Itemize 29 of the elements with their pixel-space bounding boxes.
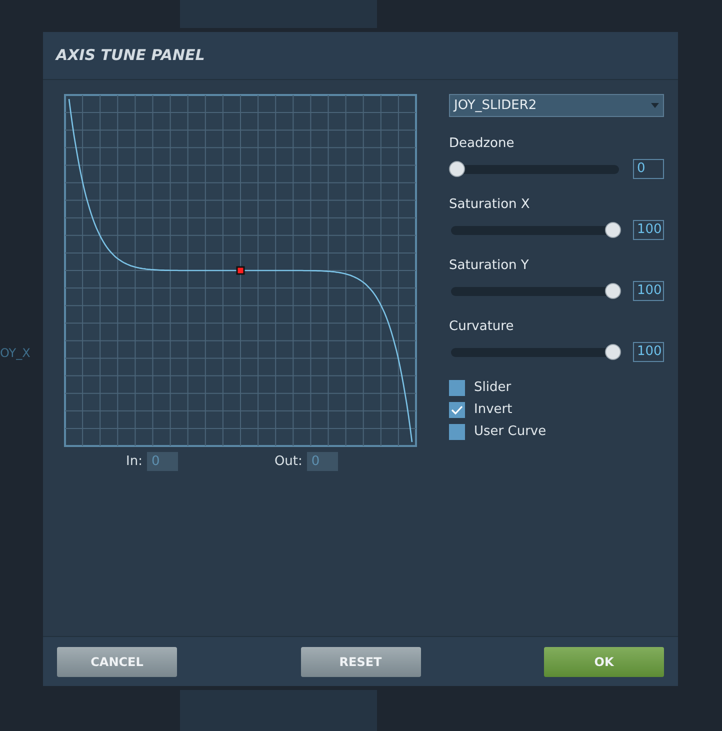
slider-value-field[interactable]: 100 xyxy=(633,342,664,362)
slider-track[interactable] xyxy=(449,283,621,299)
background-label: OY_X xyxy=(0,345,30,362)
slider-value-field[interactable]: 100 xyxy=(633,220,664,240)
checkbox[interactable] xyxy=(449,380,465,396)
checkbox-label: Invert xyxy=(474,401,512,419)
slider-thumb[interactable] xyxy=(449,161,465,177)
slider-thumb[interactable] xyxy=(605,344,621,360)
slider-label: Saturation X xyxy=(449,196,531,214)
slider-track[interactable] xyxy=(449,161,621,177)
caret-icon xyxy=(651,103,659,108)
slider-thumb[interactable] xyxy=(605,222,621,238)
checkbox-label: User Curve xyxy=(474,423,546,441)
slider-thumb[interactable] xyxy=(605,283,621,299)
slider-label: Saturation Y xyxy=(449,257,530,275)
slider-value-field[interactable]: 100 xyxy=(633,281,664,301)
checkmark-icon xyxy=(451,405,463,415)
slider-track[interactable] xyxy=(449,222,621,238)
slider-label: Curvature xyxy=(449,318,515,336)
in-label: In: xyxy=(126,453,142,471)
out-label: Out: xyxy=(274,453,302,471)
slider-label: Deadzone xyxy=(449,135,516,153)
window-title: AXIS TUNE PANEL xyxy=(56,45,205,66)
checkbox[interactable] xyxy=(449,402,465,418)
slider-value-field[interactable]: 0 xyxy=(633,159,664,179)
slider-track[interactable] xyxy=(449,344,621,360)
checkbox[interactable] xyxy=(449,424,465,440)
axis-dropdown[interactable]: JOY_SLIDER2 xyxy=(449,94,664,117)
checkbox-label: Slider xyxy=(474,379,512,397)
